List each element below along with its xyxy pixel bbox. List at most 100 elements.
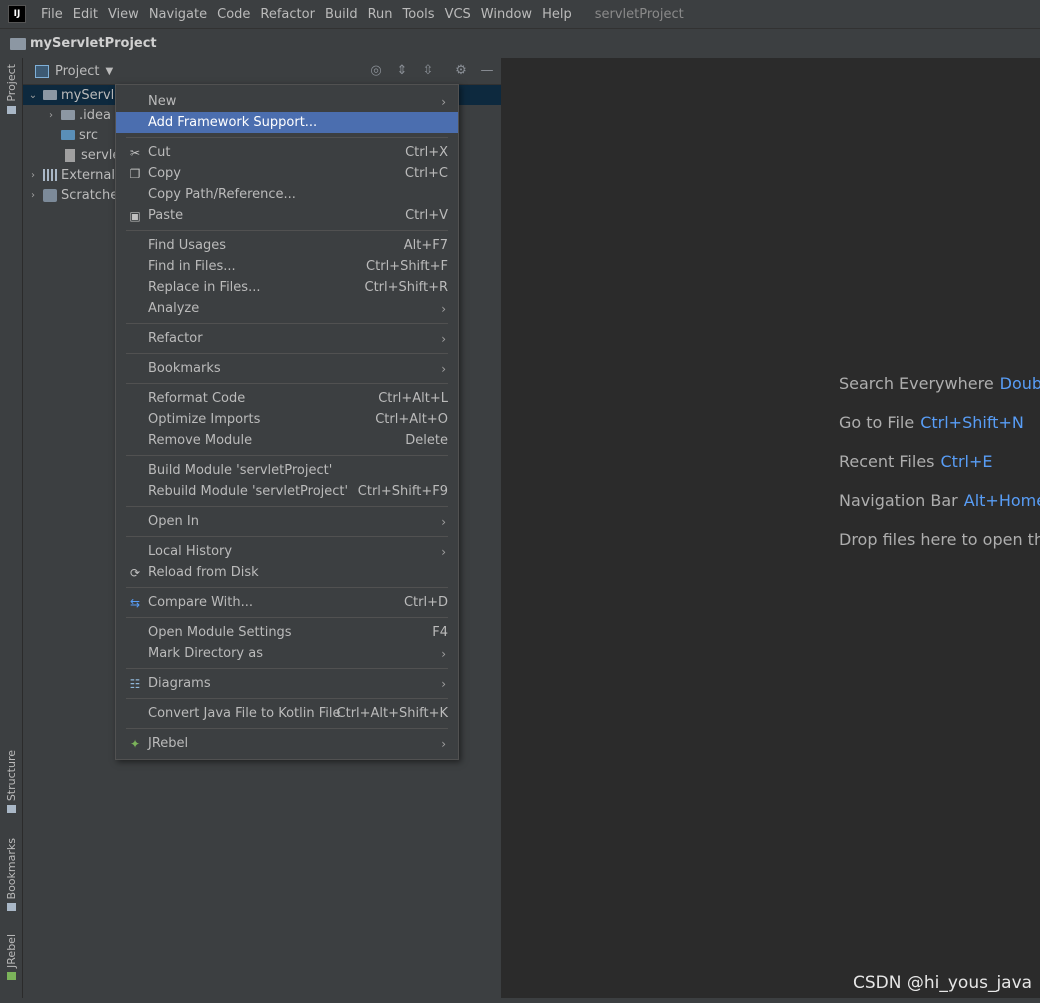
chevron-right-icon[interactable]: ›: [27, 190, 39, 201]
folder-icon: [61, 110, 75, 120]
menu-separator: [126, 455, 448, 456]
chevron-right-icon: ›: [441, 646, 446, 661]
project-tool-label: Project: [4, 64, 18, 102]
menu-vcs[interactable]: VCS: [440, 7, 476, 22]
menu-item-local-history[interactable]: Local History ›: [116, 541, 458, 562]
expand-all-icon[interactable]: ⇕: [393, 62, 411, 80]
menu-item-compare-with[interactable]: ⇆ Compare With... Ctrl+D: [116, 592, 458, 613]
menu-item-rebuild-module[interactable]: Rebuild Module 'servletProject' Ctrl+Shi…: [116, 481, 458, 502]
menu-item-bookmarks[interactable]: Bookmarks ›: [116, 358, 458, 379]
menu-item-convert-to-kotlin[interactable]: Convert Java File to Kotlin File Ctrl+Al…: [116, 703, 458, 724]
chevron-down-icon[interactable]: ▼: [105, 66, 113, 77]
menu-item-replace-in-files[interactable]: Replace in Files... Ctrl+Shift+R: [116, 277, 458, 298]
chevron-right-icon: ›: [441, 514, 446, 529]
menu-item-optimize-imports[interactable]: Optimize Imports Ctrl+Alt+O: [116, 409, 458, 430]
hint-search-everywhere: Search EverywhereDouble: [839, 374, 1040, 393]
menu-separator: [126, 668, 448, 669]
menu-separator: [126, 230, 448, 231]
navigation-bar: myServletProject: [0, 28, 1040, 59]
tree-item-label: Scratche: [61, 187, 119, 203]
tree-item-label: .idea: [79, 107, 111, 123]
folder-icon: [6, 105, 16, 114]
folder-icon: [10, 37, 26, 50]
menu-item-find-usages[interactable]: Find Usages Alt+F7: [116, 235, 458, 256]
project-tool-button[interactable]: Project: [0, 64, 22, 114]
gear-icon[interactable]: ⚙: [452, 62, 470, 80]
bookmark-icon: [6, 903, 16, 912]
menu-item-reformat-code[interactable]: Reformat Code Ctrl+Alt+L: [116, 388, 458, 409]
chevron-right-icon[interactable]: ›: [27, 170, 39, 181]
menu-view[interactable]: View: [103, 7, 144, 22]
left-tool-stripe: Project Structure Bookmarks JRebel: [0, 58, 23, 1003]
menu-bar: IJ File Edit View Navigate Code Refactor…: [0, 0, 1040, 28]
menu-code[interactable]: Code: [212, 7, 255, 22]
panel-header: Project ▼ ◎ ⇕ ⇳ ⚙ —: [23, 58, 501, 85]
jrebel-tool-label: JRebel: [4, 934, 18, 968]
menu-navigate[interactable]: Navigate: [144, 7, 212, 22]
menu-window[interactable]: Window: [476, 7, 537, 22]
menu-item-new[interactable]: New ›: [116, 91, 458, 112]
menu-item-build-module[interactable]: Build Module 'servletProject': [116, 460, 458, 481]
menu-separator: [126, 137, 448, 138]
hint-recent-files: Recent Files Ctrl+E: [839, 452, 993, 471]
bookmarks-tool-label: Bookmarks: [4, 838, 18, 900]
project-view-icon: [35, 64, 49, 78]
clipboard-icon: ▣: [129, 208, 141, 223]
minimize-icon[interactable]: —: [478, 62, 496, 80]
menu-separator: [126, 506, 448, 507]
bookmarks-tool-button[interactable]: Bookmarks: [0, 838, 22, 912]
menu-separator: [126, 698, 448, 699]
jrebel-tool-button[interactable]: JRebel: [0, 934, 22, 980]
menu-tools[interactable]: Tools: [398, 7, 440, 22]
diagram-icon: ☷: [129, 676, 141, 691]
intellij-logo-icon: IJ: [8, 5, 26, 23]
chevron-right-icon: ›: [441, 301, 446, 316]
collapse-all-icon[interactable]: ⇳: [419, 62, 437, 80]
tree-item-label: myServle: [61, 87, 123, 103]
file-icon: [65, 148, 75, 162]
reload-icon: ⟳: [129, 565, 141, 580]
menu-help[interactable]: Help: [537, 7, 577, 22]
structure-tool-label: Structure: [4, 750, 18, 802]
hint-go-to-file: Go to File Ctrl+Shift+N: [839, 413, 1024, 432]
menu-item-reload-from-disk[interactable]: ⟳ Reload from Disk: [116, 562, 458, 583]
menu-item-remove-module[interactable]: Remove Module Delete: [116, 430, 458, 451]
structure-tool-button[interactable]: Structure: [0, 750, 22, 814]
menu-item-mark-directory-as[interactable]: Mark Directory as ›: [116, 643, 458, 664]
source-folder-icon: [61, 130, 75, 140]
chevron-right-icon: ›: [441, 361, 446, 376]
panel-title[interactable]: Project: [55, 64, 99, 79]
breadcrumb-project[interactable]: myServletProject: [30, 36, 157, 51]
menu-item-refactor[interactable]: Refactor ›: [116, 328, 458, 349]
menu-refactor[interactable]: Refactor: [255, 7, 320, 22]
menu-item-open-in[interactable]: Open In ›: [116, 511, 458, 532]
menu-edit[interactable]: Edit: [68, 7, 103, 22]
menu-file[interactable]: File: [36, 7, 68, 22]
menu-item-copy-path[interactable]: Copy Path/Reference...: [116, 184, 458, 205]
menu-build[interactable]: Build: [320, 7, 363, 22]
tree-item-label: src: [79, 127, 98, 143]
watermark: CSDN @hi_yous_java: [853, 973, 1033, 993]
menu-item-find-in-files[interactable]: Find in Files... Ctrl+Shift+F: [116, 256, 458, 277]
chevron-right-icon: ›: [441, 676, 446, 691]
menu-item-open-module-settings[interactable]: Open Module Settings F4: [116, 622, 458, 643]
menu-item-paste[interactable]: ▣ Paste Ctrl+V: [116, 205, 458, 226]
menu-item-jrebel[interactable]: ✦ JRebel ›: [116, 733, 458, 754]
menu-item-diagrams[interactable]: ☷ Diagrams ›: [116, 673, 458, 694]
compare-icon: ⇆: [129, 595, 141, 610]
menu-item-copy[interactable]: ❐ Copy Ctrl+C: [116, 163, 458, 184]
menu-run[interactable]: Run: [363, 7, 398, 22]
tree-item-label: External: [61, 167, 115, 183]
menu-separator: [126, 383, 448, 384]
chevron-right-icon[interactable]: ›: [45, 110, 57, 121]
chevron-right-icon: ›: [441, 94, 446, 109]
menu-separator: [126, 587, 448, 588]
menu-item-add-framework-support[interactable]: Add Framework Support...: [116, 112, 458, 133]
chevron-down-icon[interactable]: ⌄: [27, 90, 39, 101]
hint-drop-files: Drop files here to open the: [839, 530, 1040, 549]
editor-area[interactable]: Search EverywhereDouble Go to FileCtrl+S…: [502, 58, 1040, 998]
menu-item-cut[interactable]: ✂ Cut Ctrl+X: [116, 142, 458, 163]
locate-icon[interactable]: ◎: [367, 62, 385, 80]
chevron-right-icon: ›: [441, 736, 446, 751]
menu-item-analyze[interactable]: Analyze ›: [116, 298, 458, 319]
